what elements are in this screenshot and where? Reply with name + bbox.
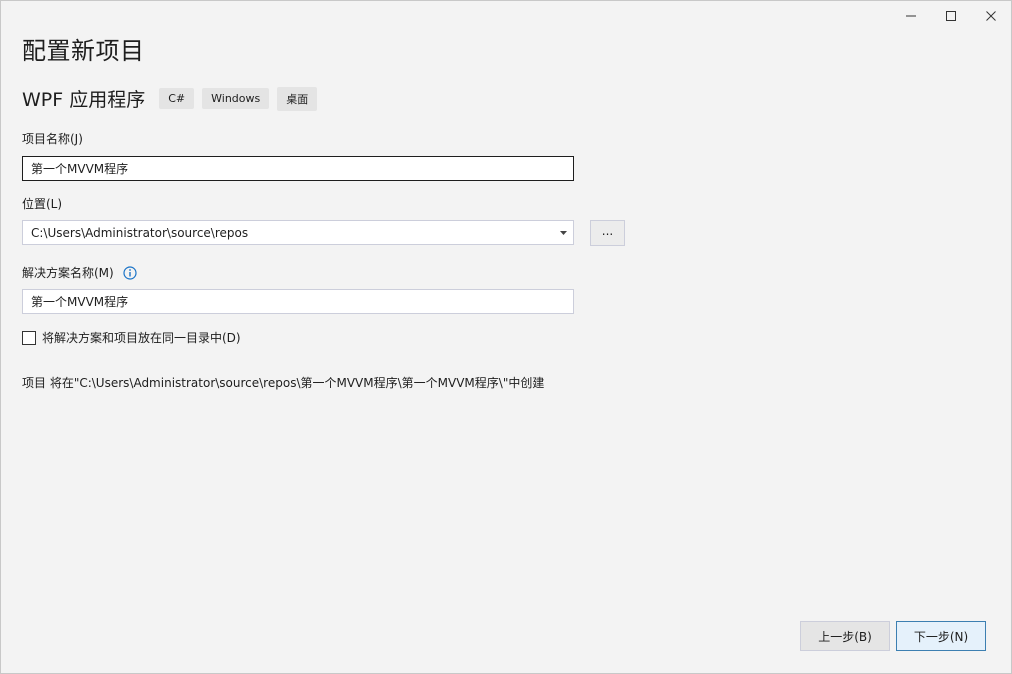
location-value: C:\Users\Administrator\source\repos [31, 225, 249, 240]
template-name: WPF 应用程序 [22, 89, 146, 111]
maximize-icon [946, 11, 956, 21]
solution-name-value: 第一个MVVM程序 [31, 295, 129, 309]
info-icon[interactable] [122, 265, 137, 280]
dialog-window: 配置新项目 WPF 应用程序 C# Windows 桌面 项目名称(J) 第一个… [0, 0, 1012, 674]
location-combobox[interactable]: C:\Users\Administrator\source\repos [22, 220, 574, 245]
solution-name-label-row: 解决方案名称(M) [22, 264, 137, 281]
window-controls [891, 1, 1011, 33]
project-name-input[interactable]: 第一个MVVM程序 [22, 156, 574, 181]
close-button[interactable] [971, 1, 1011, 31]
location-label: 位置(L) [22, 197, 63, 211]
solution-name-input[interactable]: 第一个MVVM程序 [22, 289, 574, 314]
close-icon [986, 11, 996, 21]
same-directory-label[interactable]: 将解决方案和项目放在同一目录中(D) [42, 329, 241, 346]
template-header: WPF 应用程序 C# Windows 桌面 [22, 85, 325, 112]
tag-project-type: 桌面 [277, 86, 318, 111]
browse-button[interactable]: ... [590, 220, 625, 246]
same-directory-checkbox[interactable] [22, 330, 36, 345]
next-button[interactable]: 下一步(N) [896, 621, 986, 651]
chevron-down-icon[interactable] [560, 231, 567, 235]
maximize-button[interactable] [931, 1, 971, 31]
minimize-icon [906, 15, 916, 17]
tag-language: C# [159, 88, 195, 109]
back-button[interactable]: 上一步(B) [800, 621, 890, 651]
same-directory-option[interactable]: 将解决方案和项目放在同一目录中(D) [22, 329, 241, 346]
tag-platform: Windows [202, 88, 270, 109]
page-title: 配置新项目 [22, 37, 145, 65]
solution-name-label: 解决方案名称(M) [22, 266, 114, 280]
minimize-button[interactable] [891, 1, 931, 31]
project-name-label: 项目名称(J) [22, 132, 83, 146]
project-name-value: 第一个MVVM程序 [31, 162, 129, 176]
creation-path-note: 项目 将在"C:\Users\Administrator\source\repo… [22, 376, 545, 390]
